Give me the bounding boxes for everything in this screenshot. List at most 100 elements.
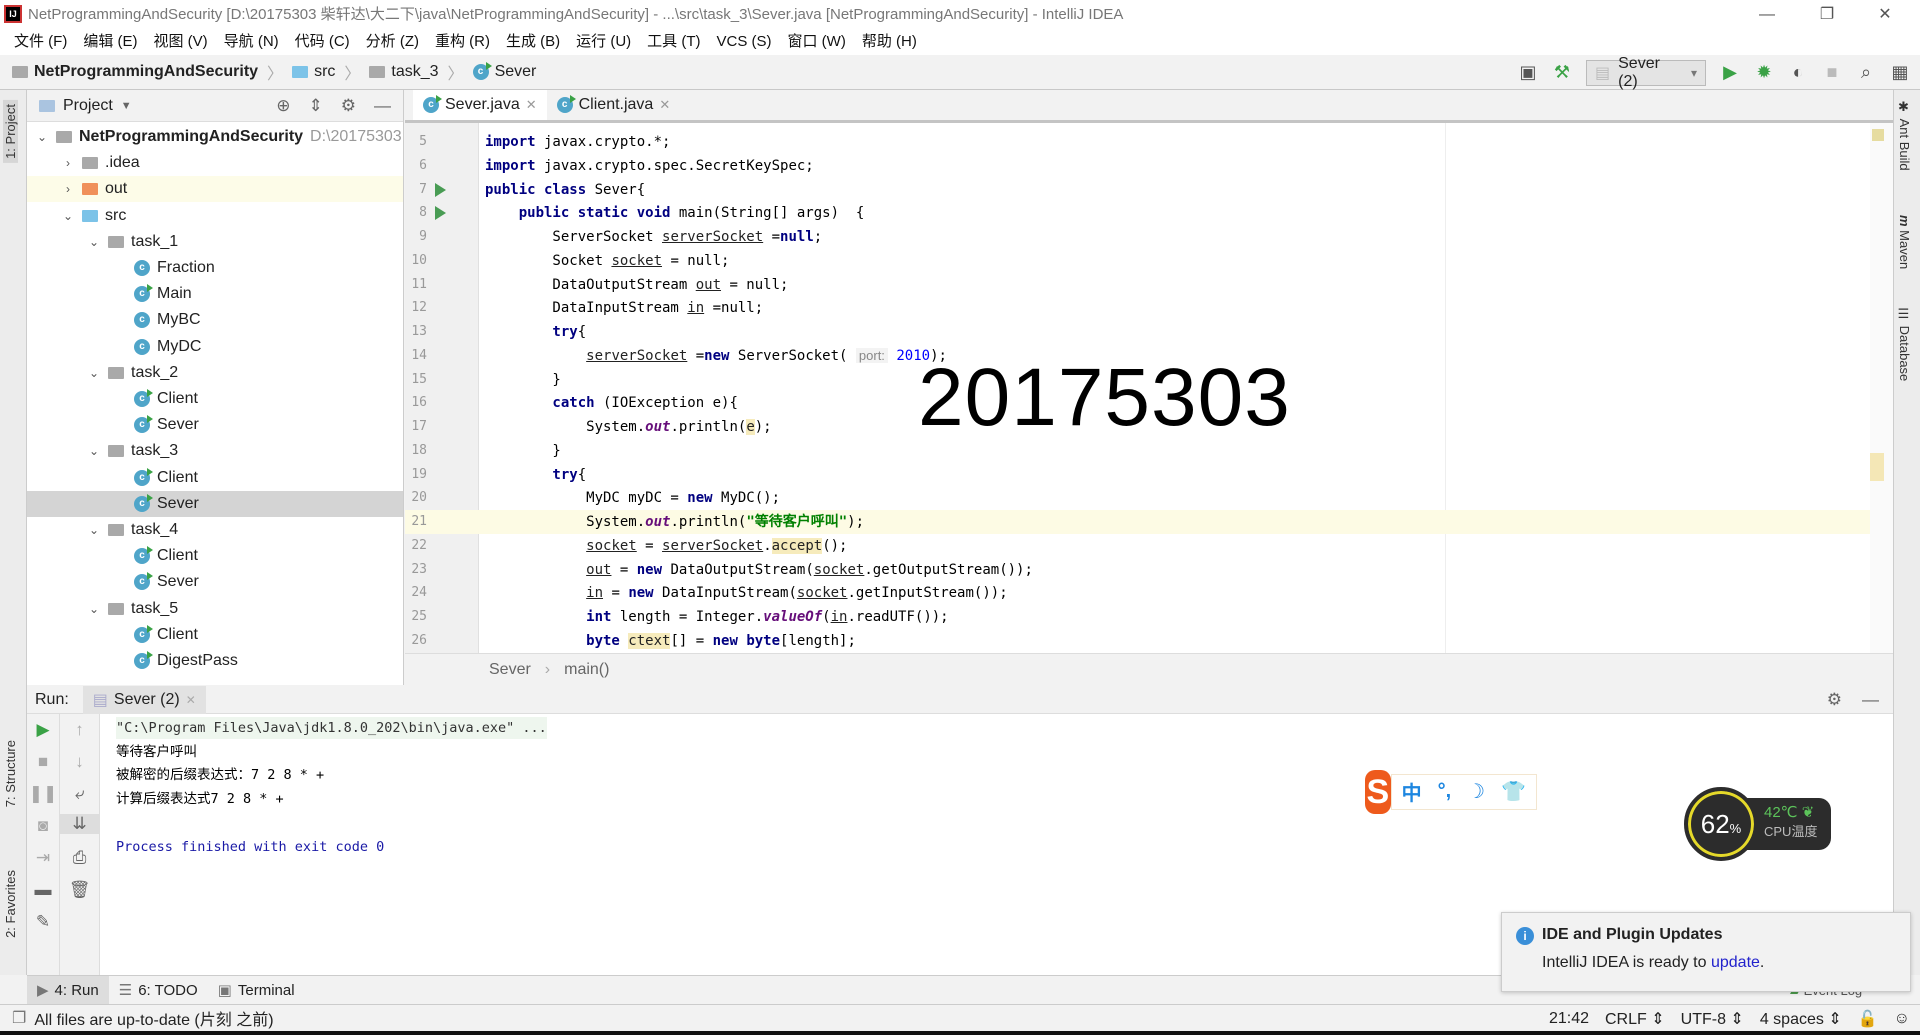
menu-item[interactable]: 窗口 (W) xyxy=(780,29,854,55)
soft-wrap-icon[interactable]: ⤶ xyxy=(60,784,99,804)
lock-icon[interactable]: 🔓 xyxy=(1858,1009,1878,1029)
ime-punctuation-toggle[interactable]: °, xyxy=(1438,780,1452,803)
menu-item[interactable]: VCS (S) xyxy=(709,29,780,55)
tree-item[interactable]: c Sever xyxy=(27,569,403,595)
tree-item[interactable]: ⌄ task_5 xyxy=(27,596,403,622)
editor-scrollbar[interactable] xyxy=(1870,123,1893,653)
stop-icon[interactable]: ■ xyxy=(1822,62,1842,83)
encoding-select[interactable]: UTF-8 ⇕ xyxy=(1681,1009,1744,1029)
tree-item[interactable]: c Sever xyxy=(27,490,403,517)
menu-item[interactable]: 运行 (U) xyxy=(568,29,639,55)
close-window-button[interactable]: ✕ xyxy=(1862,0,1908,29)
update-link[interactable]: update xyxy=(1711,954,1760,971)
breadcrumb-project[interactable]: NetProgrammingAndSecurity xyxy=(12,63,258,81)
tree-item[interactable]: c MyBC xyxy=(27,307,403,333)
chevron-right-icon[interactable]: › xyxy=(61,182,75,196)
down-arrow-icon[interactable]: ↓ xyxy=(60,752,99,772)
locate-icon[interactable]: ⊕ xyxy=(276,96,290,116)
bottom-tab[interactable]: ☰ 6: TODO xyxy=(109,976,208,1005)
code-editor[interactable]: 5 import javax.crypto.*; 6 import javax.cry… xyxy=(405,123,1893,653)
chevron-down-icon[interactable]: ⌄ xyxy=(87,602,101,616)
structure-tool-tab[interactable]: 7: Structure xyxy=(3,740,18,807)
chevron-down-icon[interactable]: ⌄ xyxy=(35,130,49,144)
tree-item[interactable]: c Client xyxy=(27,386,403,412)
tree-item[interactable]: ⌄ src xyxy=(27,203,403,229)
print-icon[interactable]: ⎙ xyxy=(60,848,99,868)
chevron-down-icon[interactable]: ▼ xyxy=(121,100,132,112)
trash-icon[interactable]: 🗑 xyxy=(60,880,99,900)
run-icon[interactable]: ▶ xyxy=(1720,62,1740,83)
tree-item[interactable]: c MyDC xyxy=(27,334,403,360)
project-structure-icon[interactable]: ▦ xyxy=(1890,62,1910,83)
scroll-to-end-icon[interactable]: ⇊ xyxy=(60,814,99,834)
database-tab[interactable]: ☰ Database xyxy=(1897,307,1912,381)
build-hammer-icon[interactable]: ⚒ xyxy=(1552,62,1572,83)
tree-item[interactable]: c Sever xyxy=(27,412,403,438)
chevron-down-icon[interactable]: ⌄ xyxy=(87,366,101,380)
sogou-ime-toolbar[interactable]: S 中 °, ☽ 👕 xyxy=(1365,769,1537,814)
restore-button[interactable]: ❐ xyxy=(1804,0,1850,29)
tree-item[interactable]: c Main xyxy=(27,281,403,307)
bottom-tab[interactable]: ▶ 4: Run xyxy=(27,975,109,1005)
menu-item[interactable]: 工具 (T) xyxy=(639,29,708,55)
tree-item[interactable]: c Client xyxy=(27,622,403,648)
crumb-method[interactable]: main() xyxy=(564,661,609,679)
search-icon[interactable]: ⌕ xyxy=(1856,62,1876,83)
bottom-tab[interactable]: ▣ Terminal xyxy=(208,976,305,1005)
run-window-icon[interactable]: ▣ xyxy=(1518,62,1538,83)
menu-item[interactable]: 重构 (R) xyxy=(427,29,498,55)
favorites-tool-tab[interactable]: 2: Favorites xyxy=(3,870,18,938)
close-tab-icon[interactable]: ✕ xyxy=(186,693,196,707)
tree-item[interactable]: ⌄ task_2 xyxy=(27,360,403,386)
menu-item[interactable]: 文件 (F) xyxy=(6,29,75,55)
project-tool-tab[interactable]: 1: Project xyxy=(3,100,18,163)
tree-item[interactable]: ⌄ task_4 xyxy=(27,517,403,543)
menu-item[interactable]: 编辑 (E) xyxy=(75,29,145,55)
breadcrumb-file[interactable]: c Sever xyxy=(472,62,536,81)
project-view-select[interactable]: Project xyxy=(63,97,113,115)
breadcrumb-package[interactable]: task_3 xyxy=(369,63,439,81)
ime-mode-toggle[interactable]: 中 xyxy=(1402,777,1422,806)
menu-item[interactable]: 分析 (Z) xyxy=(358,29,427,55)
close-tab-icon[interactable]: ✕ xyxy=(659,97,670,113)
tree-item[interactable]: ⌄ task_1 xyxy=(27,229,403,255)
gear-icon[interactable]: ⚙ xyxy=(1827,690,1842,710)
hide-icon[interactable]: — xyxy=(374,96,391,116)
chevron-down-icon[interactable]: ⌄ xyxy=(87,444,101,458)
pause-icon[interactable]: ❚❚ xyxy=(27,784,59,804)
chevron-down-icon[interactable]: ⌄ xyxy=(87,523,101,537)
ant-build-tab[interactable]: ✱ Ant Build xyxy=(1897,100,1912,171)
tree-item[interactable]: › .idea xyxy=(27,150,403,176)
tree-item[interactable]: c DigestPass xyxy=(27,648,403,674)
menu-item[interactable]: 帮助 (H) xyxy=(854,29,925,55)
indent-select[interactable]: 4 spaces ⇕ xyxy=(1760,1009,1842,1029)
tree-item[interactable]: ⌄ NetProgrammingAndSecurity D:\20175303 xyxy=(27,124,403,150)
exit-icon[interactable]: ⇥ xyxy=(27,848,59,868)
debug-bug-icon[interactable]: ✹ xyxy=(1754,62,1774,83)
stop-icon[interactable]: ■ xyxy=(27,752,59,772)
crumb-class[interactable]: Sever xyxy=(489,661,531,679)
gear-icon[interactable]: ⚙ xyxy=(341,96,356,116)
run-tab-sever[interactable]: ▤ Sever (2) ✕ xyxy=(82,685,206,714)
tree-item[interactable]: c Client xyxy=(27,465,403,491)
close-tab-icon[interactable]: ✕ xyxy=(526,97,537,113)
chevron-down-icon[interactable]: ⌄ xyxy=(61,209,75,223)
pin-icon[interactable]: ✎ xyxy=(27,912,59,932)
collapse-all-icon[interactable]: ⇕ xyxy=(309,96,323,116)
editor-tab[interactable]: c Sever.java ✕ xyxy=(413,90,547,120)
menu-item[interactable]: 代码 (C) xyxy=(287,29,358,55)
menu-item[interactable]: 生成 (B) xyxy=(498,29,568,55)
ime-skin-shirt-icon[interactable]: 👕 xyxy=(1501,779,1526,804)
rerun-icon[interactable]: ▶ xyxy=(27,720,59,740)
tree-item[interactable]: c Fraction xyxy=(27,255,403,281)
cpu-monitor-widget[interactable]: 62% 42℃ ❦ CPU温度 xyxy=(1684,787,1831,861)
minimize-button[interactable]: — xyxy=(1744,0,1790,29)
line-separator-select[interactable]: CRLF ⇕ xyxy=(1605,1009,1665,1029)
hector-inspector-icon[interactable]: ☺ xyxy=(1894,1010,1910,1028)
run-with-coverage-icon[interactable]: ◐ xyxy=(1788,62,1808,83)
ime-halfwidth-moon-icon[interactable]: ☽ xyxy=(1467,779,1485,804)
editor-tab[interactable]: c Client.java ✕ xyxy=(547,90,681,120)
chevron-right-icon[interactable]: › xyxy=(61,156,75,170)
tree-item[interactable]: › out xyxy=(27,176,403,203)
menu-item[interactable]: 导航 (N) xyxy=(216,29,287,55)
